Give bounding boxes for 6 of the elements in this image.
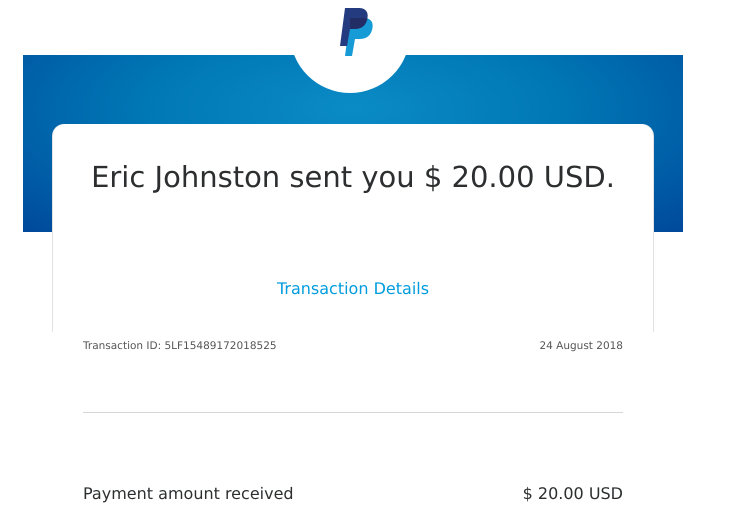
- transaction-date: 24 August 2018: [539, 340, 623, 352]
- summary-amount: $ 20.00 USD: [522, 484, 623, 503]
- summary-label: Payment amount received: [83, 484, 294, 503]
- transaction-details-link[interactable]: Transaction Details: [276, 279, 430, 298]
- headline: Eric Johnston sent you $ 20.00 USD.: [90, 159, 616, 194]
- transaction-id: Transaction ID: 5LF15489172018525: [83, 340, 277, 352]
